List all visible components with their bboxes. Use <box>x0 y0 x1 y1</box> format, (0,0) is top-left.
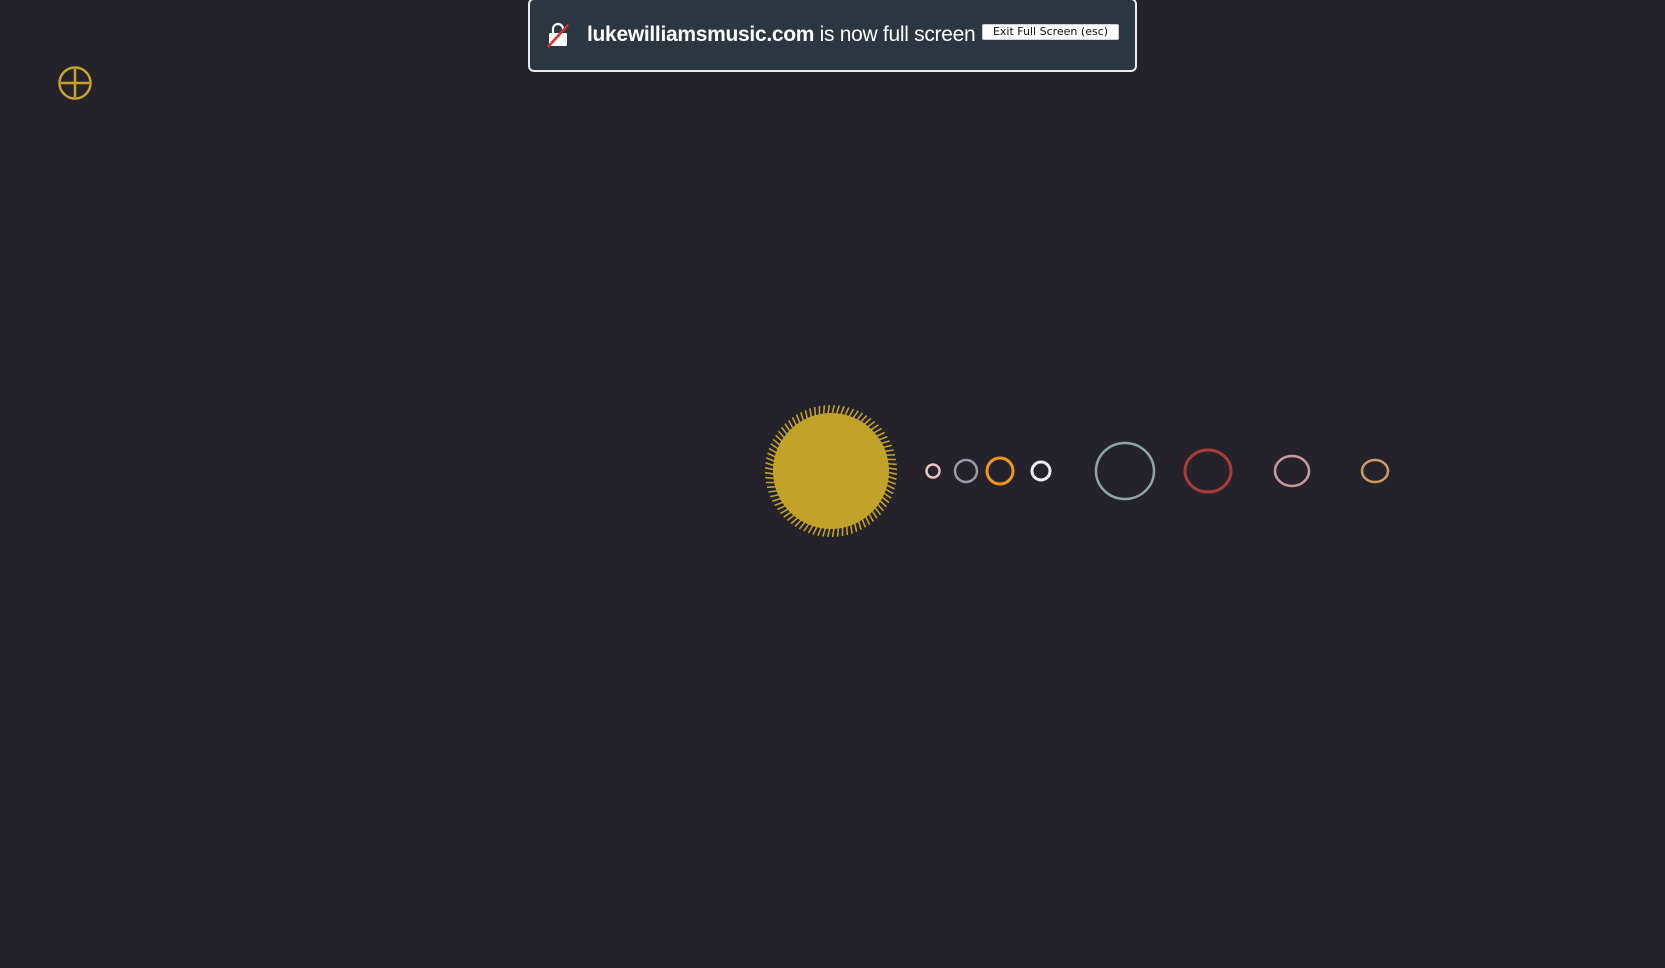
planet-earth[interactable] <box>985 456 1015 486</box>
planet-neptune[interactable] <box>1360 458 1390 484</box>
fullscreen-domain: lukewilliamsmusic.com <box>587 23 815 46</box>
solar-system-canvas <box>764 404 1390 538</box>
planet-saturn[interactable] <box>1183 448 1233 494</box>
sun-disc <box>773 413 889 529</box>
fullscreen-notification: lukewilliamsmusic.com is now full screen… <box>528 0 1137 72</box>
fullscreen-message: lukewilliamsmusic.com is now full screen <box>587 20 976 50</box>
planet-mars[interactable] <box>1030 460 1052 482</box>
planet-venus[interactable] <box>953 458 979 484</box>
planet-jupiter[interactable] <box>1094 441 1156 501</box>
circle-plus-icon <box>58 66 92 100</box>
exit-fullscreen-button[interactable]: Exit Full Screen (esc) <box>982 24 1119 40</box>
sun-ray <box>845 520 849 536</box>
planet-mercury[interactable] <box>925 463 941 479</box>
sun-ray <box>880 453 896 457</box>
fullscreen-page: lukewilliamsmusic.com is now full screen… <box>0 0 1665 968</box>
sun-ray <box>766 485 782 489</box>
planet-uranus[interactable] <box>1273 454 1311 488</box>
add-button[interactable] <box>57 65 93 101</box>
fullscreen-message-text: is now full screen <box>814 23 976 46</box>
planets <box>925 441 1390 501</box>
no-lock-icon <box>547 22 569 48</box>
sun[interactable] <box>764 404 898 538</box>
sun-ray <box>813 406 817 422</box>
